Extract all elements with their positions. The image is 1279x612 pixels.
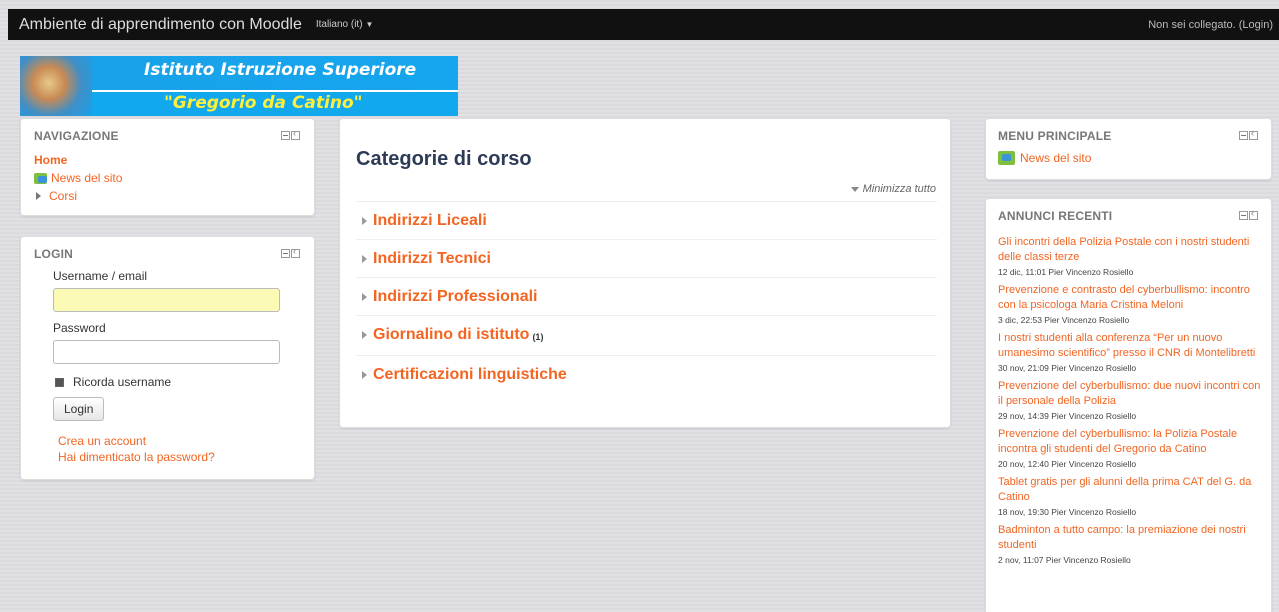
news-entry: Prevenzione e contrasto del cyberbullism… xyxy=(998,283,1266,325)
remember-username-checkbox[interactable] xyxy=(55,377,64,387)
course-categories-block: Categorie di corso Minimizza tutto Indir… xyxy=(339,118,951,428)
category-row[interactable]: Indirizzi Tecnici xyxy=(356,239,937,277)
logo-line-2: "Gregorio da Catino" xyxy=(164,93,363,113)
news-entry: Prevenzione del cyberbullismo: la Polizi… xyxy=(998,427,1266,469)
school-emblem-icon xyxy=(20,56,92,116)
nav-home-link[interactable]: Home xyxy=(34,153,67,167)
category-count: (1) xyxy=(532,332,544,342)
navigation-controls xyxy=(281,128,300,140)
password-input[interactable] xyxy=(53,340,280,364)
news-entry: Prevenzione del cyberbullismo: due nuovi… xyxy=(998,379,1266,421)
dock-icon[interactable] xyxy=(291,246,300,258)
expand-arrow-icon xyxy=(362,330,367,339)
category-name[interactable]: Certificazioni linguistiche xyxy=(373,366,567,384)
language-label: Italiano (it) xyxy=(315,19,363,30)
news-title-link[interactable]: Gli incontri della Polizia Postale con i… xyxy=(998,235,1266,265)
username-label: Username / email xyxy=(53,269,148,283)
news-entry: Gli incontri della Polizia Postale con i… xyxy=(998,235,1266,277)
expand-arrow-icon xyxy=(362,370,367,379)
expand-arrow-icon xyxy=(36,192,41,200)
news-title-link[interactable]: I nostri studenti alla conferenza “Per u… xyxy=(998,331,1266,361)
news-meta: 29 nov, 14:39 Pier Vincenzo Rosiello xyxy=(998,411,1137,421)
nav-news-link[interactable]: News del sito xyxy=(51,169,122,187)
category-row[interactable]: Indirizzi Professionali xyxy=(356,277,937,315)
forgot-password-link[interactable]: Hai dimenticato la password? xyxy=(58,450,215,464)
minimize-icon[interactable] xyxy=(281,249,290,258)
news-title-link[interactable]: Prevenzione del cyberbullismo: due nuovi… xyxy=(998,379,1266,409)
news-meta: 18 nov, 19:30 Pier Vincenzo Rosiello xyxy=(998,507,1137,517)
top-navbar: Ambiente di apprendimento con Moodle Ita… xyxy=(8,9,1279,40)
news-meta: 30 nov, 21:09 Pier Vincenzo Rosiello xyxy=(998,363,1137,373)
nav-courses-item[interactable]: Corsi xyxy=(34,187,122,205)
not-logged-text: Non sei collegato. ( xyxy=(1148,18,1243,31)
login-button[interactable]: Login xyxy=(53,397,105,421)
news-meta: 12 dic, 11:01 Pier Vincenzo Rosiello xyxy=(998,267,1134,277)
main-menu-controls xyxy=(1239,128,1258,140)
minimize-icon[interactable] xyxy=(281,131,290,140)
collapse-all-link[interactable]: Minimizza tutto xyxy=(850,183,936,195)
main-menu-news-link[interactable]: News del sito xyxy=(1020,151,1091,165)
navigation-title: NAVIGAZIONE xyxy=(34,129,119,143)
expand-arrow-icon xyxy=(362,216,367,225)
logo-line-1: Istituto Istruzione Superiore xyxy=(144,60,417,80)
nav-courses-link[interactable]: Corsi xyxy=(49,187,77,205)
password-label: Password xyxy=(53,321,106,335)
top-login-link[interactable]: Login xyxy=(1242,19,1269,31)
collapse-all-label: Minimizza tutto xyxy=(862,183,936,195)
recent-news-controls xyxy=(1239,208,1258,220)
news-title-link[interactable]: Prevenzione e contrasto del cyberbullism… xyxy=(998,283,1266,313)
main-menu-title: MENU PRINCIPALE xyxy=(998,129,1112,143)
username-input[interactable] xyxy=(53,288,280,312)
expand-arrow-icon xyxy=(362,292,367,301)
navigation-block: NAVIGAZIONE Home News del sito Corsi xyxy=(20,118,315,216)
category-row[interactable]: Indirizzi Liceali xyxy=(356,201,937,239)
news-icon xyxy=(998,151,1015,165)
dock-icon[interactable] xyxy=(291,128,300,140)
page-title: Categorie di corso xyxy=(356,148,532,170)
remember-username-label: Ricorda username xyxy=(73,375,172,389)
caret-down-icon: ▼ xyxy=(365,20,374,29)
dock-icon[interactable] xyxy=(1249,208,1258,220)
news-title-link[interactable]: Badminton a tutto campo: la premiazione … xyxy=(998,523,1266,553)
site-name-link[interactable]: Ambiente di apprendimento con Moodle xyxy=(19,16,302,34)
minimize-icon[interactable] xyxy=(1239,131,1248,140)
category-row[interactable]: Certificazioni linguistiche xyxy=(356,355,937,393)
login-block: LOGIN Username / email Password Ricorda … xyxy=(20,236,315,480)
news-icon xyxy=(34,172,47,184)
news-meta: 3 dic, 22:53 Pier Vincenzo Rosiello xyxy=(998,315,1130,325)
category-row[interactable]: Giornalino di istituto (1) xyxy=(356,315,937,353)
login-controls xyxy=(281,246,300,258)
category-name[interactable]: Indirizzi Tecnici xyxy=(373,250,491,268)
category-name[interactable]: Giornalino di istituto xyxy=(373,326,529,344)
news-meta: 2 nov, 11:07 Pier Vincenzo Rosiello xyxy=(998,555,1131,565)
news-meta: 20 nov, 12:40 Pier Vincenzo Rosiello xyxy=(998,459,1137,469)
news-title-link[interactable]: Tablet gratis per gli alunni della prima… xyxy=(998,475,1266,505)
main-menu-block: MENU PRINCIPALE News del sito xyxy=(985,118,1272,180)
category-name[interactable]: Indirizzi Liceali xyxy=(373,212,487,230)
recent-news-block: ANNUNCI RECENTI Gli incontri della Poliz… xyxy=(985,198,1272,612)
news-entry: I nostri studenti alla conferenza “Per u… xyxy=(998,331,1266,373)
create-account-link[interactable]: Crea un account xyxy=(58,434,146,448)
news-title-link[interactable]: Prevenzione del cyberbullismo: la Polizi… xyxy=(998,427,1266,457)
close-paren: ) xyxy=(1269,18,1273,31)
minimize-icon[interactable] xyxy=(1239,211,1248,220)
recent-news-title: ANNUNCI RECENTI xyxy=(998,209,1113,223)
collapse-arrow-icon xyxy=(850,186,859,192)
category-name[interactable]: Indirizzi Professionali xyxy=(373,288,537,306)
school-logo[interactable]: Istituto Istruzione Superiore "Gregorio … xyxy=(20,56,458,116)
dock-icon[interactable] xyxy=(1249,128,1258,140)
expand-arrow-icon xyxy=(362,254,367,263)
news-entry: Badminton a tutto campo: la premiazione … xyxy=(998,523,1266,565)
language-menu[interactable]: Italiano (it) ▼ xyxy=(316,19,374,30)
login-info: Non sei collegato. (Login) xyxy=(1148,19,1273,31)
news-entry: Tablet gratis per gli alunni della prima… xyxy=(998,475,1266,517)
login-title: LOGIN xyxy=(34,247,73,261)
